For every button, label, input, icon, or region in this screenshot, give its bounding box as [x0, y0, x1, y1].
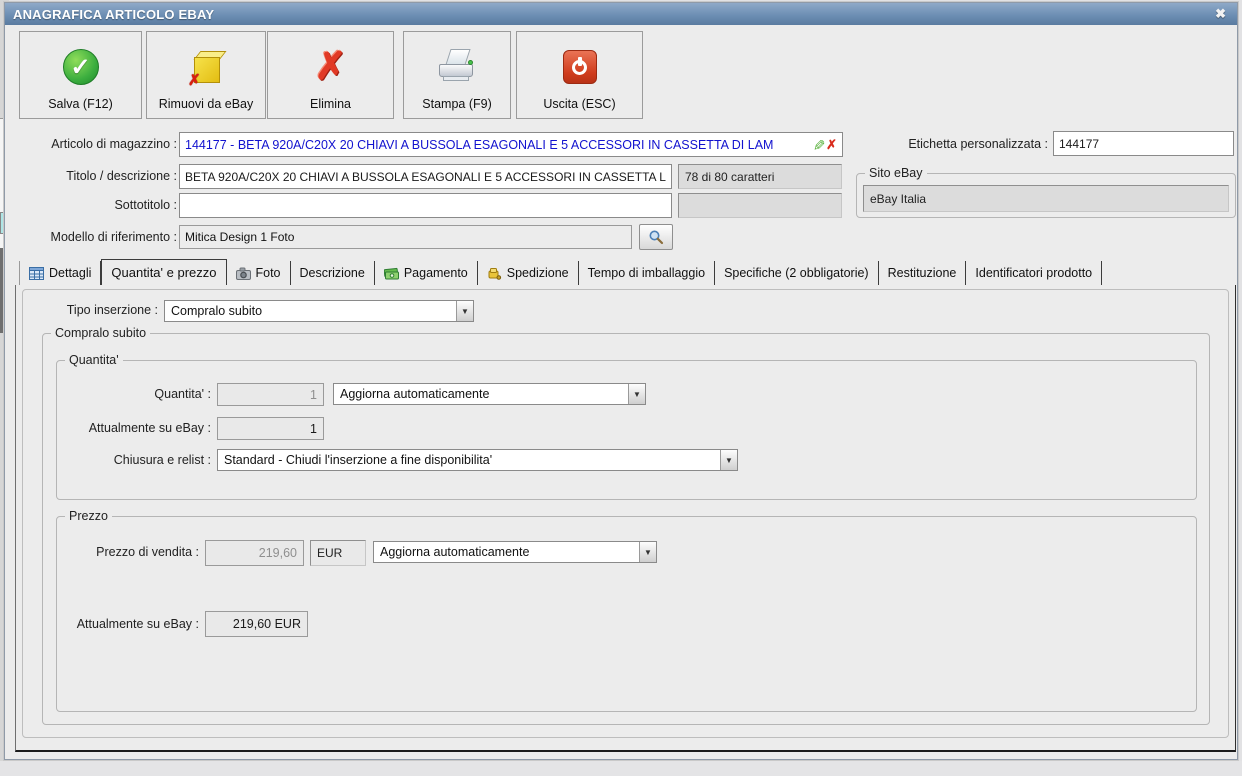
articolo-label: Articolo di magazzino :	[51, 137, 177, 151]
sito-ebay-group-label: Sito eBay	[865, 166, 927, 180]
titolo-value: BETA 920A/C20X 20 CHIAVI A BUSSOLA ESAGO…	[185, 169, 666, 184]
quantita-label: Quantita' :	[154, 387, 211, 401]
etichetta-value: 144177	[1059, 136, 1100, 151]
quantita-input: 1	[217, 383, 324, 406]
search-model-button[interactable]	[639, 224, 673, 250]
sito-ebay-field: eBay Italia	[863, 185, 1229, 212]
print-button[interactable]: Stampa (F9)	[403, 31, 511, 119]
print-button-label: Stampa (F9)	[422, 97, 492, 111]
chevron-down-icon[interactable]: ▼	[628, 384, 645, 404]
titolo-counter: 78 di 80 caratteri	[678, 164, 842, 189]
tipo-inserzione-select[interactable]: Compralo subito ▼	[164, 300, 474, 322]
prezzo-ebay-value: 219,60 EUR	[205, 611, 308, 637]
desktop-strip	[0, 761, 1242, 776]
desktop: ANAGRAFICA ARTICOLO EBAY ✖ ✓ Salva (F12)…	[0, 0, 1242, 776]
camera-icon	[235, 267, 251, 280]
quantita-mode-select[interactable]: Aggiorna automaticamente ▼	[333, 383, 646, 405]
chiusura-relist-label: Chiusura e relist :	[113, 453, 211, 467]
chiusura-relist-select[interactable]: Standard - Chiudi l'inserzione a fine di…	[217, 449, 738, 471]
quantita-ebay-label: Attualmente su eBay :	[88, 421, 211, 435]
tab-tempo-di-imballaggio[interactable]: Tempo di imballaggio	[578, 261, 716, 285]
save-button[interactable]: ✓ Salva (F12)	[19, 31, 142, 119]
quantita-group-label: Quantita'	[65, 353, 123, 367]
prezzo-vendita-input: 219,60	[205, 540, 304, 566]
compralo-subito-group-label: Compralo subito	[51, 326, 151, 340]
prezzo-ebay-label: Attualmente su eBay :	[76, 617, 199, 631]
exit-button-label: Uscita (ESC)	[543, 97, 616, 111]
sottotitolo-label: Sottotitolo :	[114, 198, 177, 212]
remove-from-ebay-button[interactable]: ✗ Rimuovi da eBay	[146, 31, 266, 119]
table-icon	[29, 266, 44, 280]
tab-specifiche[interactable]: Specifiche (2 obbligatorie)	[715, 261, 879, 285]
sottotitolo-field[interactable]	[179, 193, 672, 218]
modello-label: Modello di riferimento :	[50, 230, 177, 244]
etichetta-label: Etichetta personalizzata :	[908, 137, 1048, 151]
exit-button[interactable]: Uscita (ESC)	[516, 31, 643, 119]
wallet-icon	[383, 267, 399, 280]
quantita-e-prezzo-panel: Tipo inserzione : Compralo subito ▼ Comp…	[15, 285, 1236, 752]
delete-button-label: Elimina	[310, 97, 351, 111]
tab-dettagli[interactable]: Dettagli	[19, 261, 102, 285]
save-button-label: Salva (F12)	[48, 97, 113, 111]
shipping-icon	[487, 267, 502, 280]
remove-button-label: Rimuovi da eBay	[158, 97, 254, 111]
close-icon[interactable]: ✖	[1212, 6, 1229, 22]
tab-restituzione[interactable]: Restituzione	[878, 261, 967, 285]
currency-box: EUR	[310, 540, 366, 566]
tab-foto[interactable]: Foto	[226, 261, 291, 285]
prezzo-mode-select[interactable]: Aggiorna automaticamente ▼	[373, 541, 657, 563]
printer-icon	[436, 46, 478, 88]
quantita-ebay-value: 1	[217, 417, 324, 440]
etichetta-field[interactable]: 144177	[1053, 131, 1234, 156]
chevron-down-icon[interactable]: ▼	[456, 301, 473, 321]
sito-ebay-group: Sito eBay eBay Italia	[856, 166, 1236, 218]
delete-x-icon: ✗	[314, 46, 347, 88]
power-exit-icon	[559, 46, 601, 88]
tab-quantita-e-prezzo[interactable]: Quantita' e prezzo	[101, 259, 227, 285]
prezzo-group: Prezzo Prezzo di vendita : 219,60 EUR Ag…	[56, 509, 1197, 712]
titolo-label: Titolo / descrizione :	[66, 169, 177, 183]
prezzo-vendita-label: Prezzo di vendita :	[96, 545, 199, 559]
titlebar: ANAGRAFICA ARTICOLO EBAY ✖	[5, 3, 1237, 25]
anagrafica-articolo-ebay-window: ANAGRAFICA ARTICOLO EBAY ✖ ✓ Salva (F12)…	[4, 2, 1238, 760]
articolo-value: 144177 - BETA 920A/C20X 20 CHIAVI A BUSS…	[185, 137, 774, 152]
titolo-field[interactable]: BETA 920A/C20X 20 CHIAVI A BUSSOLA ESAGO…	[179, 164, 672, 189]
modello-field[interactable]: Mitica Design 1 Foto	[179, 225, 632, 249]
tab-strip: Dettagli Quantita' e prezzo Foto Descriz…	[19, 259, 1103, 285]
clear-article-icon[interactable]: ✗	[826, 137, 837, 152]
quantita-group: Quantita' Quantita' : 1 Aggiorna automat…	[56, 353, 1197, 500]
delete-button[interactable]: ✗ Elimina	[267, 31, 394, 119]
tipo-inserzione-label: Tipo inserzione :	[66, 303, 158, 317]
articolo-field[interactable]: 144177 - BETA 920A/C20X 20 CHIAVI A BUSS…	[179, 132, 843, 157]
tab-spedizione[interactable]: Spedizione	[477, 261, 579, 285]
modello-value: Mitica Design 1 Foto	[185, 230, 295, 244]
search-icon	[649, 230, 664, 245]
tab-descrizione[interactable]: Descrizione	[290, 261, 375, 285]
compralo-subito-group: Compralo subito Quantita' Quantita' : 1 …	[42, 326, 1210, 725]
tab-pagamento[interactable]: Pagamento	[374, 261, 478, 285]
chevron-down-icon[interactable]: ▼	[639, 542, 656, 562]
chevron-down-icon[interactable]: ▼	[720, 450, 737, 470]
remove-from-ebay-icon: ✗	[185, 46, 227, 89]
sottotitolo-counter	[678, 193, 842, 218]
edit-pencil-icon[interactable]: ✎	[809, 138, 826, 151]
window-title: ANAGRAFICA ARTICOLO EBAY	[13, 6, 215, 22]
tab-identificatori-prodotto[interactable]: Identificatori prodotto	[966, 261, 1103, 285]
save-check-icon: ✓	[60, 46, 102, 88]
prezzo-group-label: Prezzo	[65, 509, 112, 523]
